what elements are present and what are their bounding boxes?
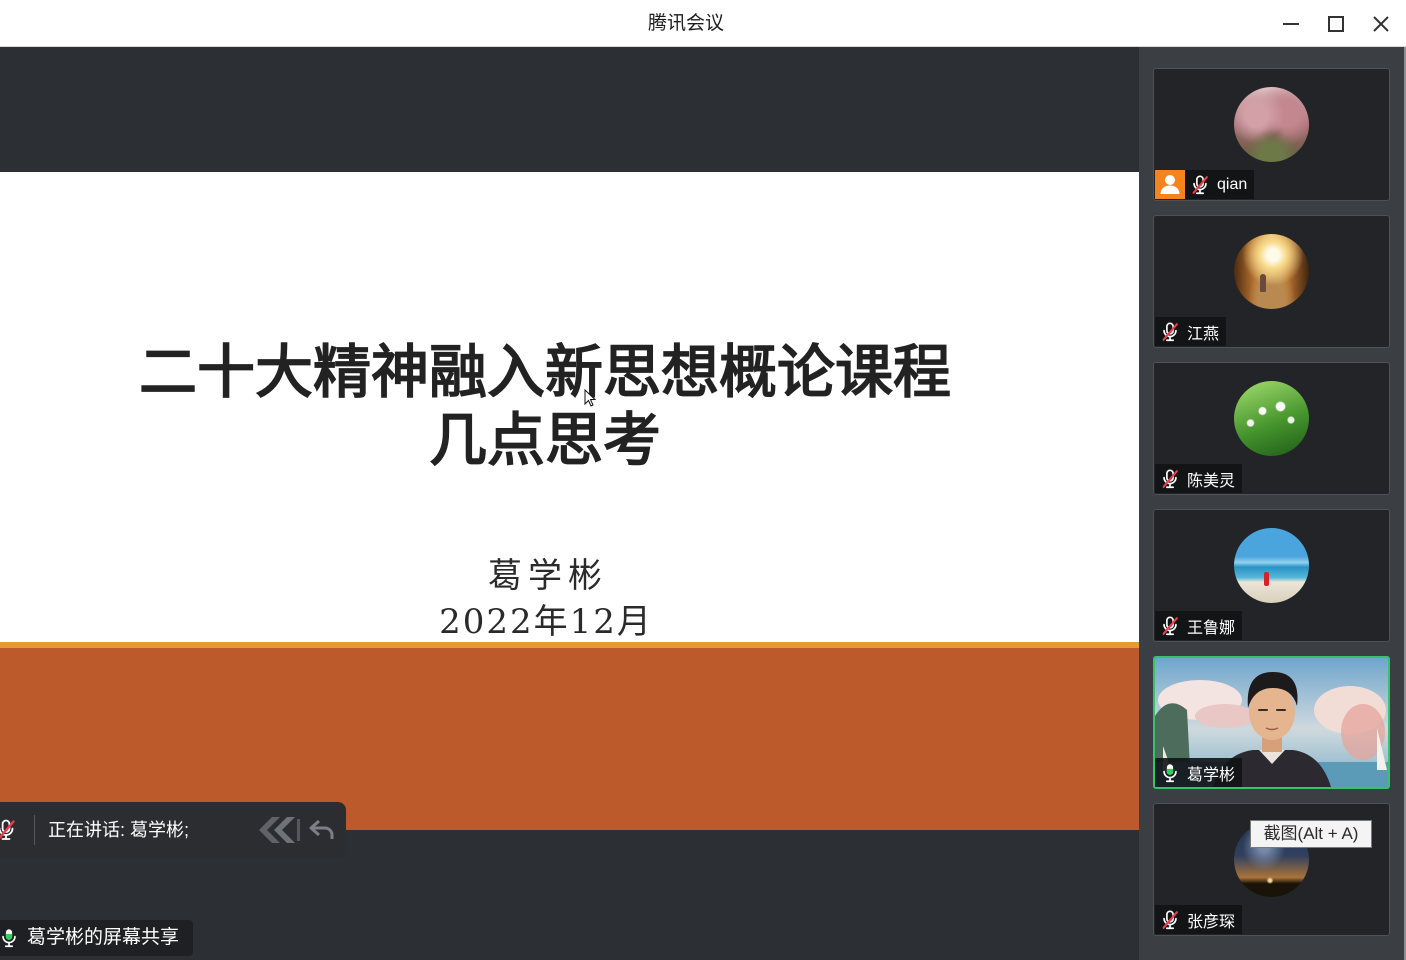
diamond-icon[interactable] xyxy=(257,815,303,845)
mic-on-icon xyxy=(1155,758,1181,787)
minimize-icon xyxy=(1282,22,1299,25)
maximize-button[interactable] xyxy=(1313,0,1358,47)
mic-muted-icon xyxy=(1155,611,1181,640)
participant-tile-active-speaker[interactable]: 葛学彬 xyxy=(1153,656,1390,789)
participant-name: 张彦琛 xyxy=(1187,913,1236,931)
slide-author: 葛学彬 xyxy=(488,556,608,596)
participant-tile[interactable]: qian xyxy=(1153,68,1390,201)
undo-icon[interactable] xyxy=(308,817,336,843)
participant-name-label: 葛学彬 xyxy=(1155,758,1243,787)
participant-name-label: 江燕 xyxy=(1155,317,1227,346)
participant-name-label: 陈美灵 xyxy=(1155,464,1243,493)
participant-tile[interactable]: 王鲁娜 xyxy=(1153,509,1390,642)
divider xyxy=(34,815,35,845)
mic-muted-icon xyxy=(1155,905,1181,934)
participant-name: 陈美灵 xyxy=(1187,472,1236,490)
speaking-label: 正在讲话: 葛学彬; xyxy=(48,820,190,840)
shared-screen-view[interactable]: 二十大精神融入新思想概论课程 几点思考 葛学彬 2022年12月 正在讲话: 葛… xyxy=(0,47,1139,960)
avatar-figure xyxy=(1260,274,1266,292)
mic-muted-icon xyxy=(1155,317,1181,346)
speaking-indicator-bar[interactable]: 正在讲话: 葛学彬; xyxy=(0,802,346,858)
slide-title-line-1: 二十大精神融入新思想概论课程 xyxy=(138,338,951,406)
participant-tile[interactable]: 江燕 xyxy=(1153,215,1390,348)
participant-name-label: 王鲁娜 xyxy=(1155,611,1243,640)
avatar xyxy=(1234,528,1309,603)
participant-name: qian xyxy=(1217,175,1248,193)
mic-muted-icon[interactable] xyxy=(0,818,18,842)
participant-name: 江燕 xyxy=(1187,325,1220,343)
screen-share-badge: 葛学彬的屏幕共享 xyxy=(0,920,193,956)
close-button[interactable] xyxy=(1358,0,1403,47)
slide-title-line-2: 几点思考 xyxy=(428,406,661,474)
close-icon xyxy=(1372,15,1389,32)
slide-date: 2022年12月 xyxy=(439,602,653,642)
mic-muted-icon xyxy=(1185,170,1211,199)
minimize-button[interactable] xyxy=(1268,0,1313,47)
screen-share-label: 葛学彬的屏幕共享 xyxy=(27,927,180,948)
participant-name: 葛学彬 xyxy=(1187,766,1236,784)
mouse-cursor-icon xyxy=(584,389,596,407)
participant-tile[interactable]: 陈美灵 xyxy=(1153,362,1390,495)
participant-name: 王鲁娜 xyxy=(1187,619,1236,637)
avatar xyxy=(1234,234,1309,309)
host-icon xyxy=(1155,170,1185,199)
maximize-icon xyxy=(1327,15,1344,32)
participant-name-label: 张彦琛 xyxy=(1155,905,1243,934)
participant-name-label: qian xyxy=(1155,170,1255,199)
avatar-figure xyxy=(1264,572,1269,586)
mic-muted-icon xyxy=(1155,464,1181,493)
host-person-glyph xyxy=(1155,170,1185,199)
presentation-slide: 二十大精神融入新思想概论课程 几点思考 葛学彬 2022年12月 xyxy=(0,172,1139,830)
window-title: 腾讯会议 xyxy=(647,13,724,34)
screenshot-tooltip: 截图(Alt + A) xyxy=(1250,820,1372,848)
participant-video-list[interactable]: qian 江燕 陈美灵 王鲁娜 葛学彬 张彦琛 截图(Alt + A) xyxy=(1139,47,1406,960)
avatar xyxy=(1234,87,1309,162)
slide-text-block: 二十大精神融入新思想概论课程 几点思考 葛学彬 2022年12月 xyxy=(0,338,1090,645)
avatar xyxy=(1234,381,1309,456)
title-bar[interactable]: 腾讯会议 xyxy=(0,0,1406,47)
mic-on-icon xyxy=(0,926,20,950)
